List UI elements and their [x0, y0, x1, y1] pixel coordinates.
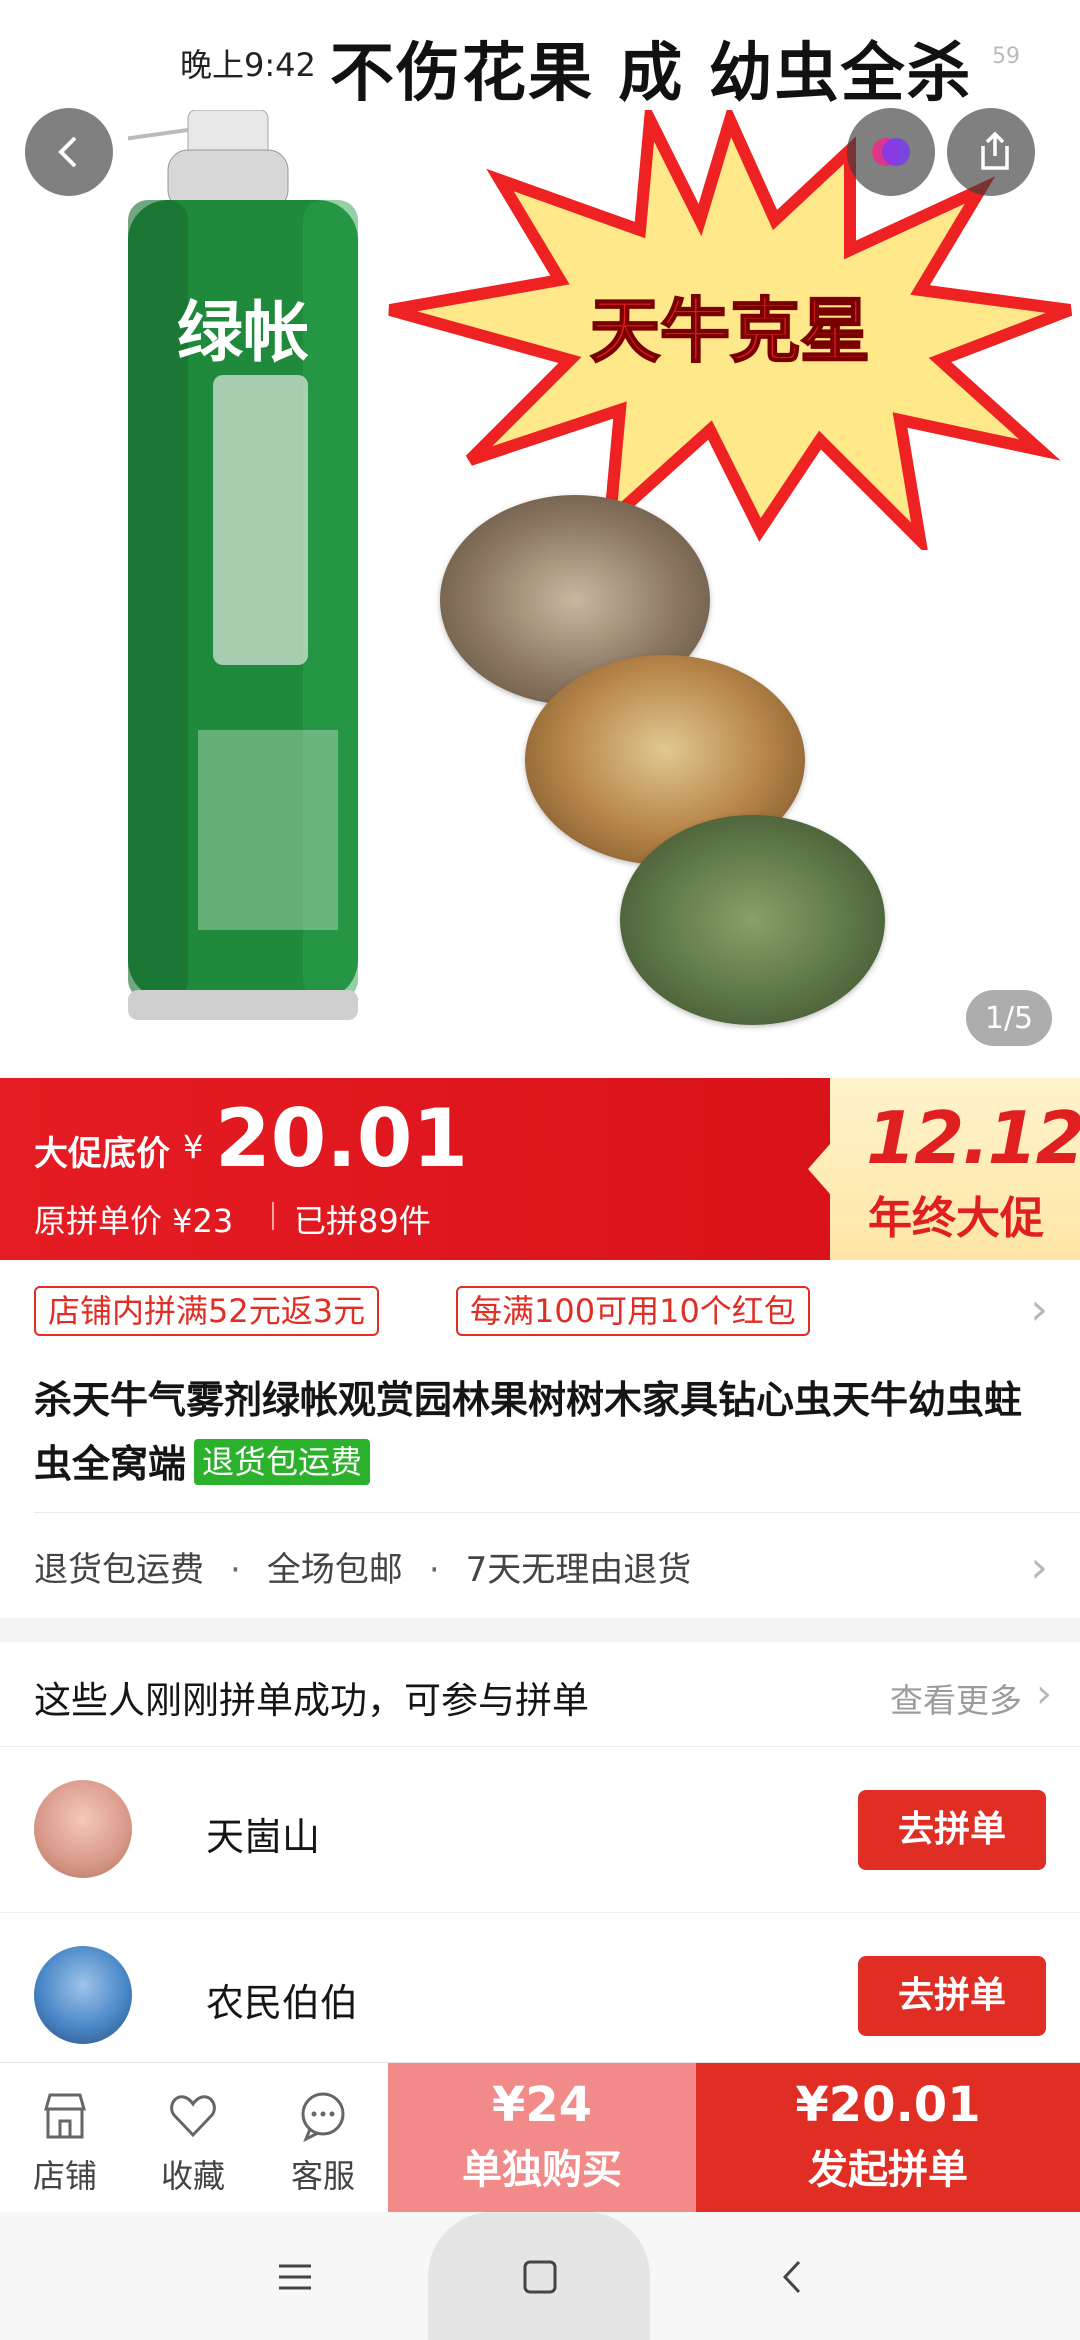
- avatar: [34, 1780, 132, 1878]
- start-group-buy-button[interactable]: ¥20.01 发起拼单: [696, 2063, 1080, 2213]
- longhorn-beetle-photo: [620, 815, 885, 1025]
- menu-icon: [279, 2264, 311, 2290]
- group-buy-user-name: 农民伯伯: [206, 1981, 359, 2025]
- status-indicators: 59: [992, 44, 1020, 69]
- customer-service-label: 客服: [290, 2157, 355, 2195]
- system-back-button[interactable]: [752, 2242, 832, 2312]
- store-icon: [44, 2093, 86, 2139]
- original-price: 原拼单价 ¥23: [34, 1202, 234, 1240]
- product-title-text: 杀天牛气雾剂绿帐观赏园林果树树木家具钻心虫天牛幼虫蛀虫全窝端: [34, 1378, 1023, 1486]
- group-buy-row: 农民伯伯 去拼单: [0, 1912, 1080, 2078]
- group-price: ¥20.01: [795, 2077, 981, 2133]
- group-label: 发起拼单: [808, 2147, 968, 2193]
- group-buy-row: 天崮山 去拼单: [0, 1746, 1080, 1912]
- price-banner: 大促底价 ¥ 20.01 原拼单价 ¥23 已拼89件 12.12 年终大促: [0, 1078, 1080, 1260]
- group-buy-header: 这些人刚刚拼单成功，可参与拼单: [34, 1679, 589, 1722]
- pinduoduo-icon: [872, 138, 910, 166]
- service-item: 退货包运费: [34, 1550, 204, 1590]
- product-can-image: 绿帐: [128, 110, 358, 1020]
- favorite-label: 收藏: [160, 2157, 225, 2195]
- solo-price: ¥24: [491, 2077, 593, 2133]
- home-button[interactable]: [500, 2242, 580, 2312]
- join-group-button[interactable]: 去拼单: [858, 1790, 1046, 1870]
- avatar: [34, 1946, 132, 2044]
- divider: [34, 1512, 1080, 1513]
- group-buy-section: 这些人刚刚拼单成功，可参与拼单 查看更多 › 天崮山 去拼单 农民伯伯 去拼单: [0, 1642, 1080, 2062]
- back-button[interactable]: [25, 108, 113, 196]
- chevron-right-icon[interactable]: ›: [1036, 1672, 1052, 1716]
- share-icon: [981, 131, 1009, 170]
- buy-alone-button[interactable]: ¥24 单独购买: [388, 2063, 696, 2213]
- system-navigation-bar: [0, 2212, 1080, 2340]
- return-shipping-tag: 退货包运费: [194, 1439, 371, 1485]
- customer-service-button[interactable]: 客服: [258, 2089, 388, 2197]
- coupon-red-packet[interactable]: 每满100可用10个红包: [456, 1286, 810, 1336]
- chevron-left-icon: [58, 136, 77, 168]
- event-badge: 12.12 年终大促: [808, 1078, 1080, 1260]
- chat-bubble-icon: [301, 2092, 345, 2143]
- status-time: 晚上9:42: [180, 46, 316, 84]
- bottom-action-bar: 店铺 收藏 客服 ¥24 单独购买 ¥20.01 发起拼单: [0, 2062, 1080, 2213]
- separator-dot: ·: [230, 1550, 241, 1590]
- service-item: 7天无理由退货: [465, 1550, 692, 1590]
- app-home-button[interactable]: [847, 108, 935, 196]
- join-group-button[interactable]: 去拼单: [858, 1956, 1046, 2036]
- group-buy-user-name: 天崮山: [206, 1815, 321, 1859]
- store-button[interactable]: 店铺: [0, 2089, 130, 2197]
- chevron-right-icon[interactable]: ›: [1030, 1288, 1048, 1332]
- starburst-text: 天牛克星: [590, 290, 870, 372]
- image-headline: 不伤花果 成 幼虫全杀: [330, 37, 973, 111]
- service-guarantees[interactable]: 退货包运费 · 全场包邮 · 7天无理由退货: [34, 1542, 691, 1591]
- chevron-right-icon[interactable]: ›: [1030, 1546, 1048, 1590]
- see-more-link[interactable]: 查看更多: [890, 1674, 1022, 1722]
- price-divider: [272, 1202, 274, 1230]
- solo-label: 单独购买: [462, 2147, 622, 2193]
- product-title: 杀天牛气雾剂绿帐观赏园林果树树木家具钻心虫天牛幼虫蛀虫全窝端 退货包运费: [34, 1368, 1044, 1496]
- promo-price-label: 大促底价: [34, 1134, 170, 1174]
- event-name: 年终大促: [868, 1193, 1044, 1244]
- share-button[interactable]: [947, 108, 1035, 196]
- event-date: 12.12: [866, 1096, 1080, 1180]
- service-item: 全场包邮: [266, 1550, 403, 1590]
- chevron-left-icon: [782, 2260, 801, 2294]
- heart-icon: [170, 2095, 216, 2138]
- square-icon: [523, 2260, 557, 2294]
- favorite-button[interactable]: 收藏: [128, 2089, 258, 2197]
- image-pager: 1/5: [966, 990, 1052, 1046]
- sold-count: 已拼89件: [294, 1202, 431, 1240]
- currency-symbol: ¥: [183, 1128, 204, 1166]
- separator-dot: ·: [428, 1550, 440, 1590]
- can-brand-text: 绿帐: [177, 294, 309, 371]
- recent-apps-button[interactable]: [255, 2242, 335, 2312]
- promo-price: 20.01: [215, 1092, 469, 1185]
- store-label: 店铺: [32, 2157, 97, 2195]
- product-image-carousel[interactable]: 晚上9:42 59 不伤花果 成 幼虫全杀 绿帐 天牛克星 1/5: [0, 0, 1080, 1078]
- product-info-card: 店铺内拼满52元返3元 每满100可用10个红包 › 杀天牛气雾剂绿帐观赏园林果…: [0, 1260, 1080, 1618]
- coupon-store-rebate[interactable]: 店铺内拼满52元返3元: [34, 1286, 380, 1336]
